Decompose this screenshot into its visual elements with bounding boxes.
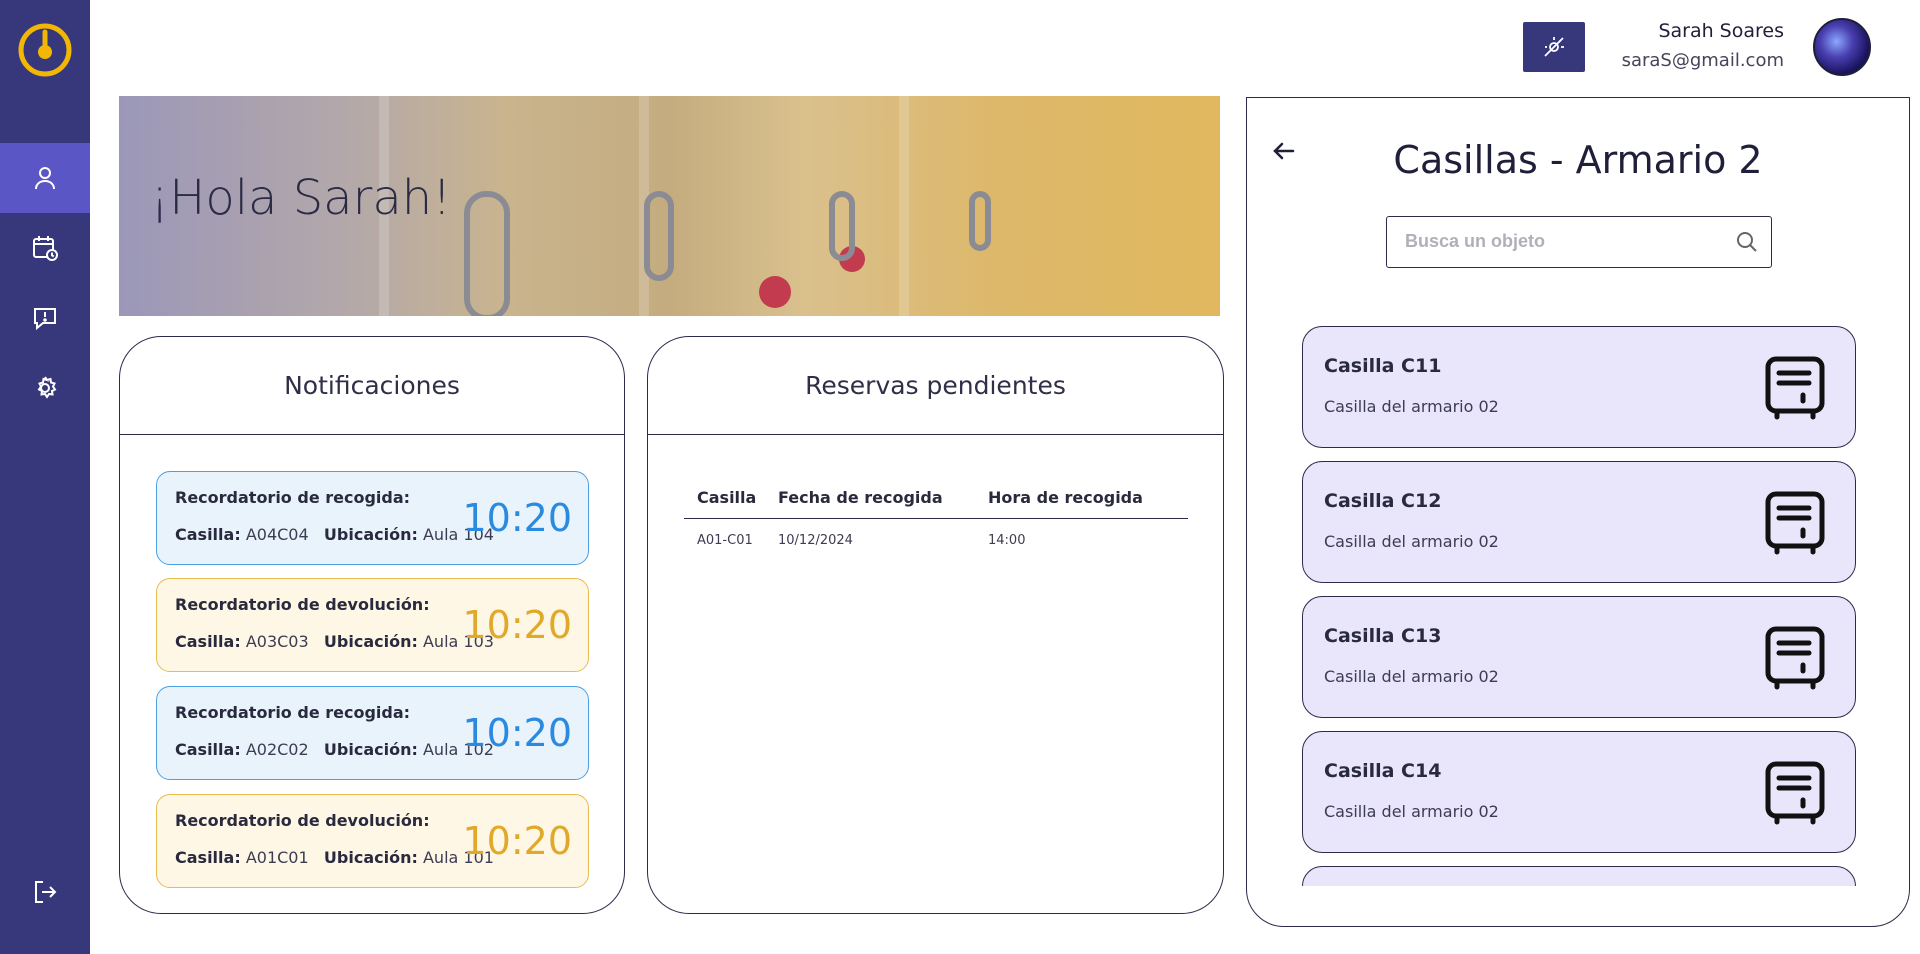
table-header: Casilla Fecha de recogida Hora de recogi… bbox=[684, 477, 1188, 519]
table-cell: 10/12/2024 bbox=[778, 532, 853, 548]
locker-name: Casilla C11 bbox=[1324, 355, 1442, 377]
logout-icon bbox=[35, 881, 57, 903]
locker-card[interactable]: Casilla C13 Casilla del armario 02 bbox=[1302, 596, 1856, 718]
locker-card[interactable]: Casilla C14 Casilla del armario 02 bbox=[1302, 731, 1856, 853]
locker-name: Casilla C12 bbox=[1324, 490, 1442, 512]
chat-alert-icon bbox=[34, 308, 56, 331]
notification-item[interactable]: Recordatorio de recogida: Casilla: A02C0… bbox=[156, 686, 589, 780]
notifications-panel: Notificaciones Recordatorio de recogida:… bbox=[119, 336, 625, 914]
search-box bbox=[1386, 216, 1772, 268]
locker-card[interactable]: Casilla C12 Casilla del armario 02 bbox=[1302, 461, 1856, 583]
sidebar-item-logout[interactable] bbox=[0, 857, 90, 927]
locker-description: Casilla del armario 02 bbox=[1324, 667, 1499, 686]
locker-list: Casilla C11 Casilla del armario 02 Casil… bbox=[1302, 326, 1857, 886]
notifications-title: Notificaciones bbox=[120, 337, 624, 435]
sidebar bbox=[0, 0, 90, 954]
reservations-title: Reservas pendientes bbox=[648, 337, 1223, 435]
lockers-panel: Casillas - Armario 2 Casilla C11 Casilla… bbox=[1246, 97, 1910, 927]
sidebar-item-settings[interactable] bbox=[0, 353, 90, 423]
notification-item[interactable]: Recordatorio de devolución: Casilla: A03… bbox=[156, 578, 589, 672]
search-input[interactable] bbox=[1387, 217, 1717, 265]
locker-card-partial[interactable] bbox=[1302, 866, 1856, 886]
locker-name: Casilla C13 bbox=[1324, 625, 1442, 647]
locker-icon bbox=[1765, 356, 1825, 420]
gear-icon bbox=[37, 376, 57, 399]
locker-description: Casilla del armario 02 bbox=[1324, 802, 1499, 821]
greeting-title: ¡Hola Sarah! bbox=[150, 170, 452, 226]
column-header: Casilla bbox=[697, 488, 757, 507]
theme-toggle-icon bbox=[1544, 37, 1564, 57]
reservations-table: Casilla Fecha de recogida Hora de recogi… bbox=[684, 477, 1188, 561]
locker-icon bbox=[1765, 626, 1825, 690]
notification-time: 10:20 bbox=[462, 603, 572, 647]
lockers-title: Casillas - Armario 2 bbox=[1393, 138, 1763, 182]
sidebar-item-profile[interactable] bbox=[0, 143, 90, 213]
avatar[interactable] bbox=[1813, 18, 1871, 76]
table-cell: 14:00 bbox=[988, 532, 1026, 548]
theme-toggle-button[interactable] bbox=[1523, 22, 1585, 72]
column-header: Fecha de recogida bbox=[778, 488, 943, 507]
user-name: Sarah Soares bbox=[1658, 20, 1784, 42]
notification-time: 10:20 bbox=[462, 496, 572, 540]
user-icon bbox=[35, 167, 55, 190]
locker-icon bbox=[1765, 761, 1825, 825]
logo-icon[interactable] bbox=[17, 22, 73, 78]
locker-icon bbox=[1765, 491, 1825, 555]
table-row[interactable]: A01-C01 10/12/2024 14:00 bbox=[684, 519, 1188, 561]
locker-name: Casilla C14 bbox=[1324, 760, 1442, 782]
column-header: Hora de recogida bbox=[988, 488, 1143, 507]
locker-description: Casilla del armario 02 bbox=[1324, 532, 1499, 551]
reservations-panel: Reservas pendientes Casilla Fecha de rec… bbox=[647, 336, 1224, 914]
notification-item[interactable]: Recordatorio de recogida: Casilla: A04C0… bbox=[156, 471, 589, 565]
notification-time: 10:20 bbox=[462, 819, 572, 863]
locker-description: Casilla del armario 02 bbox=[1324, 397, 1499, 416]
sidebar-item-reservations[interactable] bbox=[0, 213, 90, 283]
user-email: saraS@gmail.com bbox=[1621, 50, 1784, 71]
locker-card[interactable]: Casilla C11 Casilla del armario 02 bbox=[1302, 326, 1856, 448]
notification-time: 10:20 bbox=[462, 711, 572, 755]
calendar-clock-icon bbox=[33, 236, 58, 261]
notification-item[interactable]: Recordatorio de devolución: Casilla: A01… bbox=[156, 794, 589, 888]
sidebar-item-incidents[interactable] bbox=[0, 283, 90, 353]
table-cell: A01-C01 bbox=[697, 532, 753, 548]
search-icon[interactable] bbox=[1735, 230, 1759, 254]
